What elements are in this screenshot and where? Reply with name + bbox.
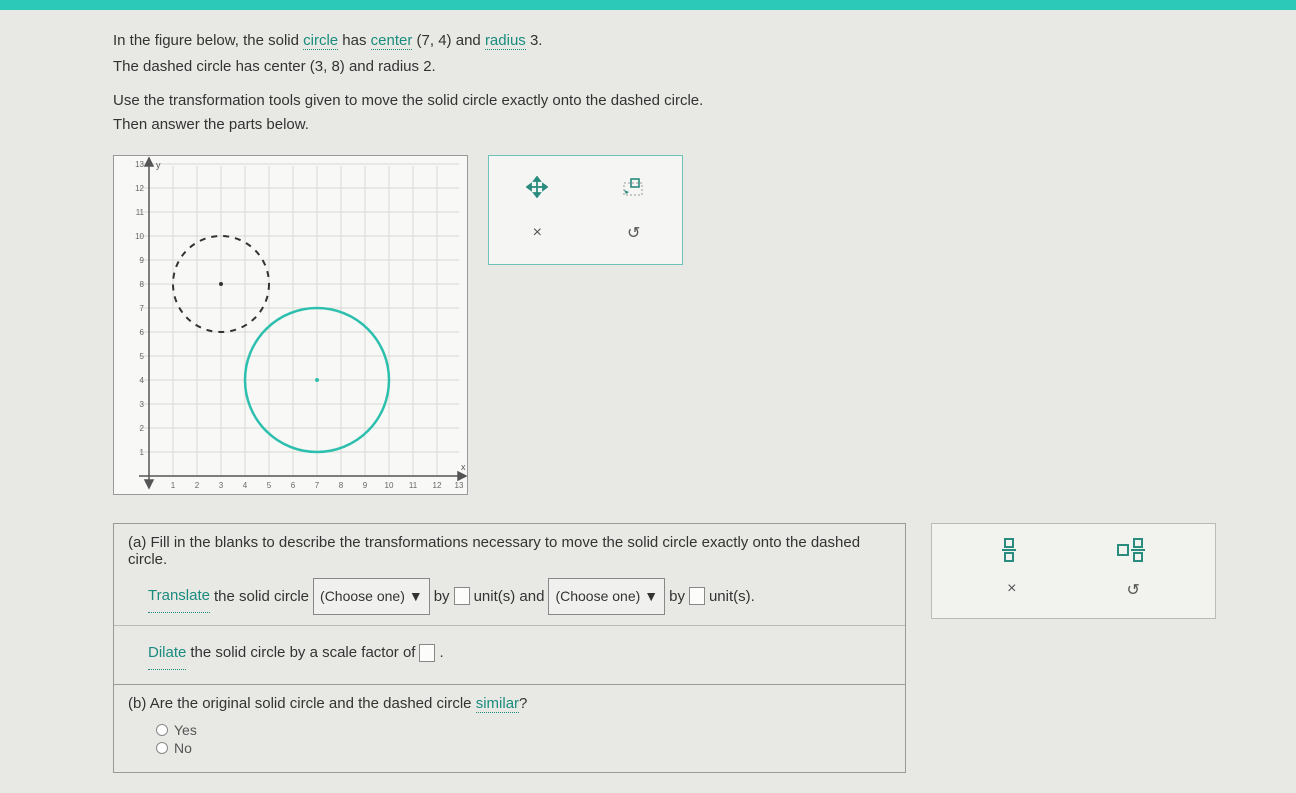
instruction-line-1: Use the transformation tools given to mo… <box>113 92 703 109</box>
content-area: In the figure below, the solid circle ha… <box>0 10 1296 793</box>
no-label: No <box>174 740 192 756</box>
svg-text:8: 8 <box>339 481 344 490</box>
term-circle[interactable]: circle <box>303 32 338 50</box>
choose-label: (Choose one) <box>320 581 405 612</box>
svg-text:9: 9 <box>140 256 145 265</box>
scale-factor-input[interactable] <box>419 644 435 662</box>
undo-tool[interactable]: ↺ <box>614 218 654 248</box>
part-a-label: (a) <box>128 534 146 551</box>
dilate-tool[interactable] <box>614 172 654 202</box>
svg-text:12: 12 <box>135 184 144 193</box>
app-top-bar <box>0 0 1296 10</box>
text: by <box>669 580 685 613</box>
part-b-text: Are the original solid circle and the da… <box>150 695 476 712</box>
text: and radius <box>345 58 423 75</box>
term-dilate[interactable]: Dilate <box>148 636 186 670</box>
svg-text:11: 11 <box>409 481 418 490</box>
keypad-panel: × ↺ <box>931 523 1216 619</box>
mixed-fraction-button[interactable] <box>1117 538 1145 562</box>
center-2: (3, 8) <box>310 58 345 75</box>
text: unit(s). <box>709 580 755 613</box>
term-translate[interactable]: Translate <box>148 579 210 613</box>
radio-yes[interactable]: Yes <box>156 722 891 738</box>
text: In the figure below, the solid <box>113 32 303 49</box>
svg-text:5: 5 <box>140 352 145 361</box>
units-input-2[interactable] <box>689 587 705 605</box>
text: unit(s) and <box>474 580 545 613</box>
answer-panel: (a) Fill in the blanks to describe the t… <box>113 523 906 773</box>
svg-text:10: 10 <box>385 481 394 490</box>
svg-text:3: 3 <box>140 400 145 409</box>
text: by <box>434 580 450 613</box>
svg-text:x: x <box>461 462 466 472</box>
term-center[interactable]: center <box>371 32 413 50</box>
direction-select-1[interactable]: (Choose one)▼ <box>313 578 430 615</box>
chevron-down-icon: ▼ <box>644 581 658 612</box>
fraction-button[interactable] <box>1002 538 1016 562</box>
text: the solid circle <box>214 580 309 613</box>
svg-text:11: 11 <box>136 208 145 217</box>
instruction: Use the transformation tools given to mo… <box>113 89 1216 137</box>
svg-text:6: 6 <box>291 481 296 490</box>
part-b: (b) Are the original solid circle and th… <box>113 685 906 773</box>
svg-text:10: 10 <box>135 232 144 241</box>
translate-tool[interactable] <box>517 172 557 202</box>
svg-text:1: 1 <box>140 448 145 457</box>
svg-text:7: 7 <box>315 481 320 490</box>
yes-label: Yes <box>174 722 197 738</box>
part-b-label: (b) <box>128 695 146 712</box>
radio-icon <box>156 724 168 736</box>
svg-text:y: y <box>156 160 161 170</box>
units-input-1[interactable] <box>454 587 470 605</box>
svg-text:2: 2 <box>195 481 200 490</box>
chevron-down-icon: ▼ <box>409 581 423 612</box>
radio-no[interactable]: No <box>156 740 891 756</box>
coordinate-graph[interactable]: 12345678910111213 12345678910111213 y x <box>113 155 468 495</box>
svg-text:4: 4 <box>243 481 248 490</box>
question-line-1: In the figure below, the solid circle ha… <box>113 28 1216 79</box>
text: and <box>456 32 485 49</box>
svg-text:7: 7 <box>140 304 145 313</box>
transform-toolbar: × ↺ <box>488 155 683 265</box>
keypad-undo[interactable]: ↺ <box>1127 580 1140 600</box>
direction-select-2[interactable]: (Choose one)▼ <box>548 578 665 615</box>
radius-2: 2. <box>423 58 436 75</box>
svg-text:8: 8 <box>140 280 145 289</box>
part-a-text: Fill in the blanks to describe the trans… <box>128 534 860 568</box>
radius-1: 3. <box>526 32 543 49</box>
svg-text:13: 13 <box>135 160 144 169</box>
clear-tool[interactable]: × <box>517 218 557 248</box>
term-radius[interactable]: radius <box>485 32 526 50</box>
svg-text:5: 5 <box>267 481 272 490</box>
text: ? <box>519 695 527 712</box>
part-a: (a) Fill in the blanks to describe the t… <box>113 523 906 685</box>
choose-label: (Choose one) <box>555 581 640 612</box>
svg-text:3: 3 <box>219 481 224 490</box>
radio-icon <box>156 742 168 754</box>
svg-text:6: 6 <box>140 328 145 337</box>
svg-text:12: 12 <box>433 481 442 490</box>
term-similar[interactable]: similar <box>476 695 519 713</box>
text: . <box>439 636 443 669</box>
text: the solid circle by a scale factor of <box>190 636 415 669</box>
svg-text:9: 9 <box>363 481 368 490</box>
svg-text:4: 4 <box>140 376 145 385</box>
center-1: (7, 4) <box>412 32 455 49</box>
instruction-line-2: Then answer the parts below. <box>113 116 309 133</box>
text: has <box>338 32 371 49</box>
keypad-clear[interactable]: × <box>1007 580 1016 600</box>
text: The dashed circle has center <box>113 58 310 75</box>
svg-text:2: 2 <box>140 424 145 433</box>
svg-text:1: 1 <box>171 481 176 490</box>
svg-text:13: 13 <box>455 481 464 490</box>
